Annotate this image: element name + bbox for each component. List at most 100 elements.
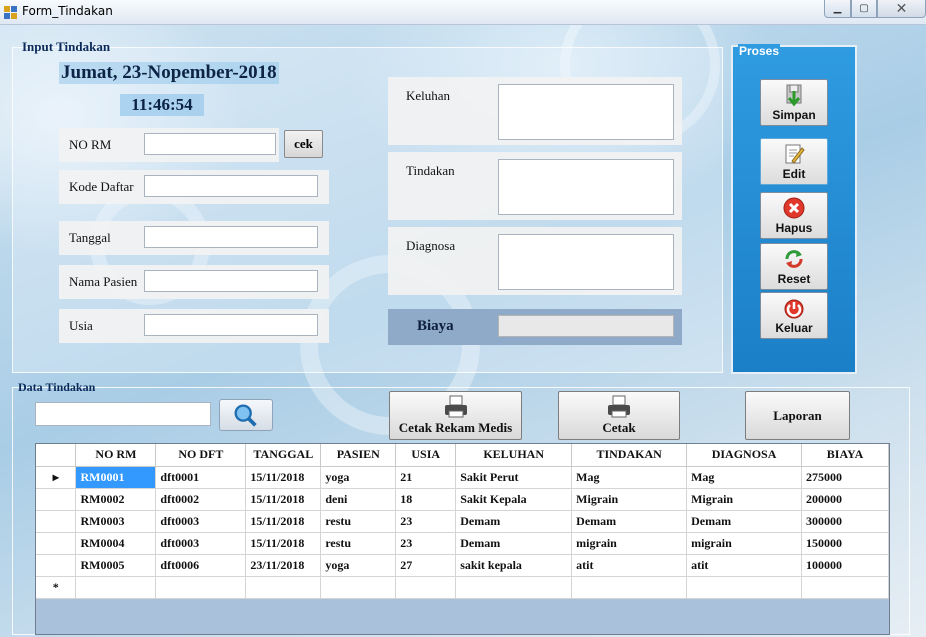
- table-cell[interactable]: deni: [320, 488, 397, 511]
- table-cell[interactable]: [155, 576, 247, 599]
- table-cell[interactable]: 23/11/2018: [245, 554, 322, 577]
- row-header[interactable]: [36, 488, 77, 511]
- hapus-button[interactable]: Hapus: [760, 192, 828, 239]
- delete-icon: [783, 197, 805, 219]
- table-cell[interactable]: Demam: [571, 510, 688, 533]
- column-header[interactable]: BIAYA: [801, 444, 889, 467]
- table-cell[interactable]: 100000: [801, 554, 889, 577]
- table-cell[interactable]: dft0006: [155, 554, 247, 577]
- reset-button[interactable]: Reset: [760, 243, 828, 290]
- usia-input[interactable]: [144, 314, 318, 336]
- table-cell[interactable]: RM0001: [75, 466, 157, 489]
- table-cell[interactable]: migrain: [571, 532, 688, 555]
- tanggal-input[interactable]: [144, 226, 318, 248]
- new-row-indicator[interactable]: *: [36, 576, 77, 599]
- table-cell[interactable]: dft0002: [155, 488, 247, 511]
- table-cell[interactable]: [320, 576, 397, 599]
- table-cell[interactable]: [245, 576, 322, 599]
- search-button[interactable]: [219, 399, 273, 431]
- nama-pasien-input[interactable]: [144, 270, 318, 292]
- table-cell[interactable]: yoga: [320, 466, 397, 489]
- table-cell[interactable]: Mag: [686, 466, 802, 489]
- column-header[interactable]: NO RM: [75, 444, 157, 467]
- table-cell[interactable]: [801, 576, 889, 599]
- table-cell[interactable]: Migrain: [686, 488, 802, 511]
- table-cell[interactable]: yoga: [320, 554, 397, 577]
- search-input[interactable]: [35, 402, 211, 426]
- table-cell[interactable]: 300000: [801, 510, 889, 533]
- current-row-indicator[interactable]: ▸: [36, 466, 77, 489]
- cetak-button[interactable]: Cetak: [558, 391, 680, 440]
- table-cell[interactable]: 21: [395, 466, 457, 489]
- minimize-button[interactable]: ▁: [824, 0, 851, 18]
- keluar-button[interactable]: Keluar: [760, 292, 828, 339]
- simpan-button[interactable]: Simpan: [760, 79, 828, 126]
- cek-button[interactable]: cek: [284, 130, 323, 158]
- table-cell[interactable]: dft0003: [155, 532, 247, 555]
- table-cell[interactable]: migrain: [686, 532, 802, 555]
- table-cell[interactable]: 200000: [801, 488, 889, 511]
- column-header[interactable]: NO DFT: [155, 444, 247, 467]
- table-cell[interactable]: Mag: [571, 466, 688, 489]
- table-cell[interactable]: atit: [571, 554, 688, 577]
- table-cell[interactable]: dft0003: [155, 510, 247, 533]
- table-cell[interactable]: 18: [395, 488, 457, 511]
- table-cell[interactable]: [686, 576, 802, 599]
- close-button[interactable]: ✕: [877, 0, 926, 18]
- table-cell[interactable]: RM0004: [75, 532, 157, 555]
- table-cell[interactable]: [395, 576, 457, 599]
- table-cell[interactable]: Demam: [455, 510, 573, 533]
- table-cell[interactable]: 275000: [801, 466, 889, 489]
- diagnosa-textarea[interactable]: [498, 234, 674, 290]
- table-cell[interactable]: 23: [395, 532, 457, 555]
- keluhan-textarea[interactable]: [498, 84, 674, 140]
- row-header[interactable]: [36, 532, 77, 555]
- data-tindakan-label: Data Tindakan: [18, 380, 96, 394]
- table-row[interactable]: RM0004 dft0003 15/11/2018 restu 23 Demam…: [36, 532, 889, 555]
- table-cell[interactable]: sakit kepala: [455, 554, 573, 577]
- table-row[interactable]: RM0005 dft0006 23/11/2018 yoga 27 sakit …: [36, 554, 889, 577]
- row-header[interactable]: [36, 510, 77, 533]
- table-cell[interactable]: RM0002: [75, 488, 157, 511]
- table-cell[interactable]: Demam: [686, 510, 802, 533]
- table-cell[interactable]: restu: [320, 510, 397, 533]
- table-cell[interactable]: dft0001: [155, 466, 247, 489]
- column-header[interactable]: PASIEN: [320, 444, 397, 467]
- cetak-rekam-medis-button[interactable]: Cetak Rekam Medis: [389, 391, 522, 440]
- table-cell[interactable]: [455, 576, 573, 599]
- column-header[interactable]: USIA: [395, 444, 457, 467]
- table-cell[interactable]: Demam: [455, 532, 573, 555]
- laporan-button[interactable]: Laporan: [745, 391, 850, 440]
- table-cell[interactable]: [571, 576, 688, 599]
- table-cell[interactable]: Sakit Kepala: [455, 488, 573, 511]
- table-cell[interactable]: 15/11/2018: [245, 532, 322, 555]
- new-row[interactable]: *: [36, 576, 889, 599]
- tindakan-textarea[interactable]: [498, 159, 674, 215]
- table-cell[interactable]: 15/11/2018: [245, 510, 322, 533]
- table-cell[interactable]: 23: [395, 510, 457, 533]
- table-row[interactable]: RM0002 dft0002 15/11/2018 deni 18 Sakit …: [36, 488, 889, 511]
- table-cell[interactable]: 15/11/2018: [245, 466, 322, 489]
- table-cell[interactable]: [75, 576, 157, 599]
- table-cell[interactable]: Migrain: [571, 488, 688, 511]
- table-cell[interactable]: 150000: [801, 532, 889, 555]
- maximize-button[interactable]: ▢: [851, 0, 877, 18]
- row-header[interactable]: [36, 554, 77, 577]
- table-cell[interactable]: restu: [320, 532, 397, 555]
- column-header[interactable]: KELUHAN: [455, 444, 573, 467]
- table-cell[interactable]: 15/11/2018: [245, 488, 322, 511]
- column-header[interactable]: TINDAKAN: [571, 444, 688, 467]
- column-header[interactable]: DIAGNOSA: [686, 444, 802, 467]
- kode-daftar-input[interactable]: [144, 175, 318, 197]
- column-header[interactable]: TANGGAL: [245, 444, 322, 467]
- table-row[interactable]: RM0003 dft0003 15/11/2018 restu 23 Demam…: [36, 510, 889, 533]
- data-grid[interactable]: NO RM NO DFT TANGGAL PASIEN USIA KELUHAN…: [35, 443, 890, 635]
- no-rm-input[interactable]: [144, 133, 276, 155]
- table-row[interactable]: ▸ RM0001 dft0001 15/11/2018 yoga 21 Saki…: [36, 466, 889, 489]
- table-cell[interactable]: RM0003: [75, 510, 157, 533]
- table-cell[interactable]: RM0005: [75, 554, 157, 577]
- edit-button[interactable]: Edit: [760, 138, 828, 185]
- table-cell[interactable]: Sakit Perut: [455, 466, 573, 489]
- table-cell[interactable]: 27: [395, 554, 457, 577]
- table-cell[interactable]: atit: [686, 554, 802, 577]
